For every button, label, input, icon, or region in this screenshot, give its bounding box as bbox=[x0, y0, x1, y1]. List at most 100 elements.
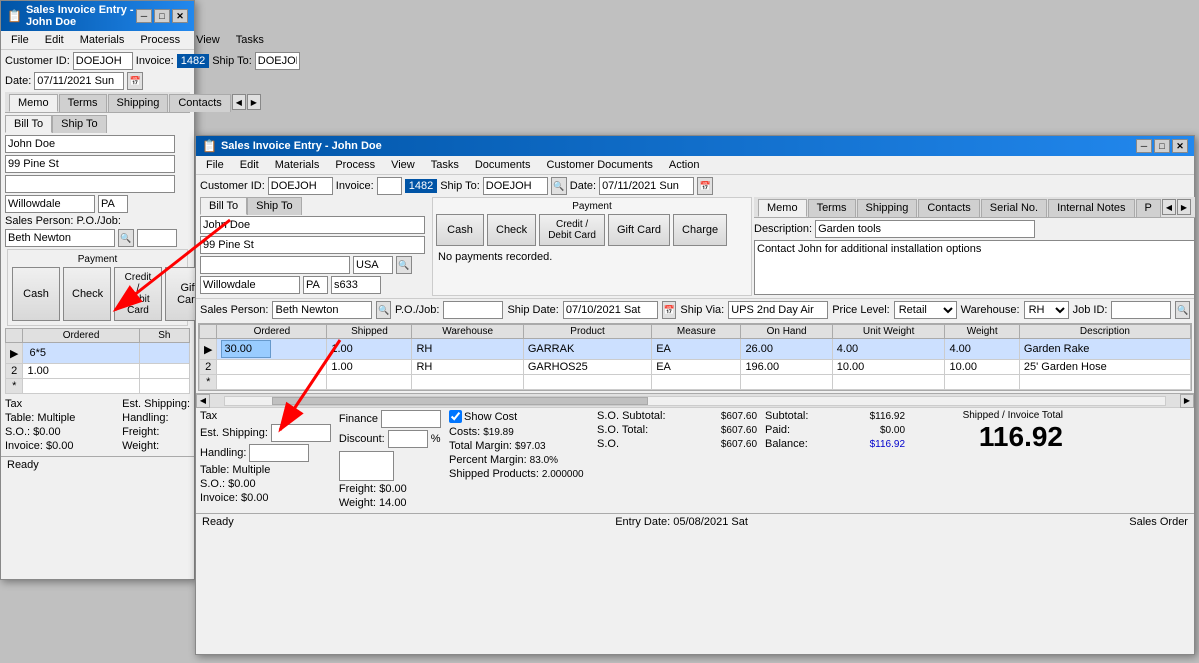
w2-cash-btn[interactable]: Cash bbox=[436, 214, 484, 246]
maximize-btn-2[interactable]: □ bbox=[1154, 139, 1170, 153]
bill-to-tab[interactable]: Bill To bbox=[5, 115, 52, 133]
w2-ship-to-lookup[interactable]: 🔍 bbox=[551, 177, 567, 195]
table-row[interactable]: 2 1.00 RH GARHOS25 EA 196.00 10.00 10.00… bbox=[200, 360, 1191, 375]
w2-menu-edit[interactable]: Edit bbox=[232, 157, 267, 173]
table-row[interactable]: ▶ bbox=[6, 343, 190, 364]
w2-name[interactable] bbox=[200, 216, 425, 234]
w2-po-input[interactable] bbox=[443, 301, 503, 319]
w2-country[interactable] bbox=[353, 256, 393, 274]
w2-tab-p[interactable]: P bbox=[1136, 199, 1161, 217]
w2-menu-action[interactable]: Action bbox=[661, 157, 708, 173]
close-btn-2[interactable]: ✕ bbox=[1172, 139, 1188, 153]
w2-tab-notes[interactable]: Internal Notes bbox=[1048, 199, 1134, 217]
table-row[interactable]: * bbox=[200, 375, 1191, 390]
table-row[interactable]: 2 1.00 bbox=[6, 364, 190, 379]
w2-check-btn[interactable]: Check bbox=[487, 214, 536, 246]
cash-btn[interactable]: Cash bbox=[12, 267, 60, 321]
w2-date-picker[interactable]: 📅 bbox=[697, 177, 713, 195]
w2-address2[interactable] bbox=[200, 256, 350, 274]
menu-view[interactable]: View bbox=[188, 32, 228, 48]
w2-discount-amount[interactable] bbox=[339, 451, 394, 481]
w2-menu-file[interactable]: File bbox=[198, 157, 232, 173]
tab-terms[interactable]: Terms bbox=[59, 94, 107, 112]
po-job-input[interactable] bbox=[137, 229, 177, 247]
w2-finance-input[interactable] bbox=[381, 410, 441, 428]
w2-warehouse[interactable]: RH bbox=[1024, 301, 1069, 319]
ship-to-tab[interactable]: Ship To bbox=[52, 115, 107, 133]
w2-state[interactable] bbox=[303, 276, 328, 294]
menu-tasks[interactable]: Tasks bbox=[228, 32, 272, 48]
menu-file[interactable]: File bbox=[3, 32, 37, 48]
w2-ordered-1[interactable] bbox=[221, 340, 271, 358]
w2-gift-btn[interactable]: Gift Card bbox=[608, 214, 670, 246]
sales-person-input[interactable] bbox=[5, 229, 115, 247]
bill-to-address1[interactable] bbox=[5, 155, 175, 173]
ship-to-input[interactable] bbox=[255, 52, 300, 70]
w2-menu-view[interactable]: View bbox=[383, 157, 423, 173]
show-cost-checkbox[interactable] bbox=[449, 410, 462, 423]
w2-menu-process[interactable]: Process bbox=[327, 157, 383, 173]
w2-invoice-empty[interactable] bbox=[377, 177, 402, 195]
minimize-btn-2[interactable]: ─ bbox=[1136, 139, 1152, 153]
bill-to-address2[interactable] bbox=[5, 175, 175, 193]
date-input[interactable] bbox=[34, 72, 124, 90]
table-row[interactable]: * bbox=[6, 379, 190, 394]
w2-customer-id-input[interactable] bbox=[268, 177, 333, 195]
w2-ship-via[interactable] bbox=[728, 301, 828, 319]
menu-edit[interactable]: Edit bbox=[37, 32, 72, 48]
credit-debit-btn[interactable]: Credit /Debit Card bbox=[114, 267, 162, 321]
bill-to-state[interactable] bbox=[98, 195, 128, 213]
w2-memo-area[interactable]: Contact John for additional installation… bbox=[754, 240, 1195, 295]
w2-sales-person[interactable] bbox=[272, 301, 372, 319]
w2-discount-input[interactable] bbox=[388, 430, 428, 448]
tab-next[interactable]: ▶ bbox=[247, 94, 261, 110]
scroll-thumb[interactable] bbox=[272, 397, 648, 405]
tab-shipping[interactable]: Shipping bbox=[108, 94, 169, 112]
scroll-track[interactable] bbox=[224, 396, 1166, 406]
w2-job-id-lookup[interactable]: 🔍 bbox=[1175, 301, 1190, 319]
w2-zip[interactable] bbox=[331, 276, 381, 294]
tab-memo[interactable]: Memo bbox=[9, 94, 58, 112]
w2-country-lookup[interactable]: 🔍 bbox=[396, 256, 412, 274]
close-btn[interactable]: ✕ bbox=[172, 9, 188, 23]
w2-city[interactable] bbox=[200, 276, 300, 294]
w2-address1[interactable] bbox=[200, 236, 425, 254]
menu-materials[interactable]: Materials bbox=[72, 32, 133, 48]
check-btn[interactable]: Check bbox=[63, 267, 111, 321]
w2-tab-memo[interactable]: Memo bbox=[758, 199, 807, 217]
w2-ship-to-tab[interactable]: Ship To bbox=[247, 197, 302, 215]
w2-job-id[interactable] bbox=[1111, 301, 1171, 319]
scroll-left[interactable]: ◀ bbox=[196, 394, 210, 408]
w2-tab-prev[interactable]: ◀ bbox=[1162, 199, 1176, 215]
w2-handling[interactable] bbox=[249, 444, 309, 462]
w2-description[interactable] bbox=[815, 220, 1035, 238]
w2-ship-date-picker[interactable]: 📅 bbox=[662, 301, 677, 319]
w2-bill-to-tab[interactable]: Bill To bbox=[200, 197, 247, 215]
tab-prev[interactable]: ◀ bbox=[232, 94, 246, 110]
w2-menu-materials[interactable]: Materials bbox=[267, 157, 328, 173]
w2-price-level[interactable]: Retail bbox=[894, 301, 957, 319]
w2-tab-shipping[interactable]: Shipping bbox=[857, 199, 918, 217]
w2-charge-btn[interactable]: Charge bbox=[673, 214, 727, 246]
w2-date-input[interactable] bbox=[599, 177, 694, 195]
w2-tab-terms[interactable]: Terms bbox=[808, 199, 856, 217]
customer-id-input[interactable] bbox=[73, 52, 133, 70]
minimize-btn[interactable]: ─ bbox=[136, 9, 152, 23]
scroll-right[interactable]: ▶ bbox=[1180, 394, 1194, 408]
table-row[interactable]: ▶ 1.00 RH GARRAK EA 26.00 4.00 4.00 Gard… bbox=[200, 339, 1191, 360]
maximize-btn[interactable]: □ bbox=[154, 9, 170, 23]
menu-process[interactable]: Process bbox=[132, 32, 188, 48]
w2-ship-to-input[interactable] bbox=[483, 177, 548, 195]
date-picker-btn[interactable]: 📅 bbox=[127, 72, 143, 90]
w2-ship-date[interactable] bbox=[563, 301, 658, 319]
w2-menu-tasks[interactable]: Tasks bbox=[423, 157, 467, 173]
w2-tab-next[interactable]: ▶ bbox=[1177, 199, 1191, 215]
w2-est-shipping[interactable] bbox=[271, 424, 331, 442]
h-scrollbar[interactable]: ◀ ▶ bbox=[196, 393, 1194, 407]
tab-contacts[interactable]: Contacts bbox=[169, 94, 230, 112]
sales-person-lookup[interactable]: 🔍 bbox=[118, 229, 134, 247]
w2-menu-docs[interactable]: Documents bbox=[467, 157, 539, 173]
w2-menu-custdocs[interactable]: Customer Documents bbox=[539, 157, 661, 173]
w2-sp-lookup[interactable]: 🔍 bbox=[376, 301, 391, 319]
w2-tab-contacts[interactable]: Contacts bbox=[918, 199, 979, 217]
